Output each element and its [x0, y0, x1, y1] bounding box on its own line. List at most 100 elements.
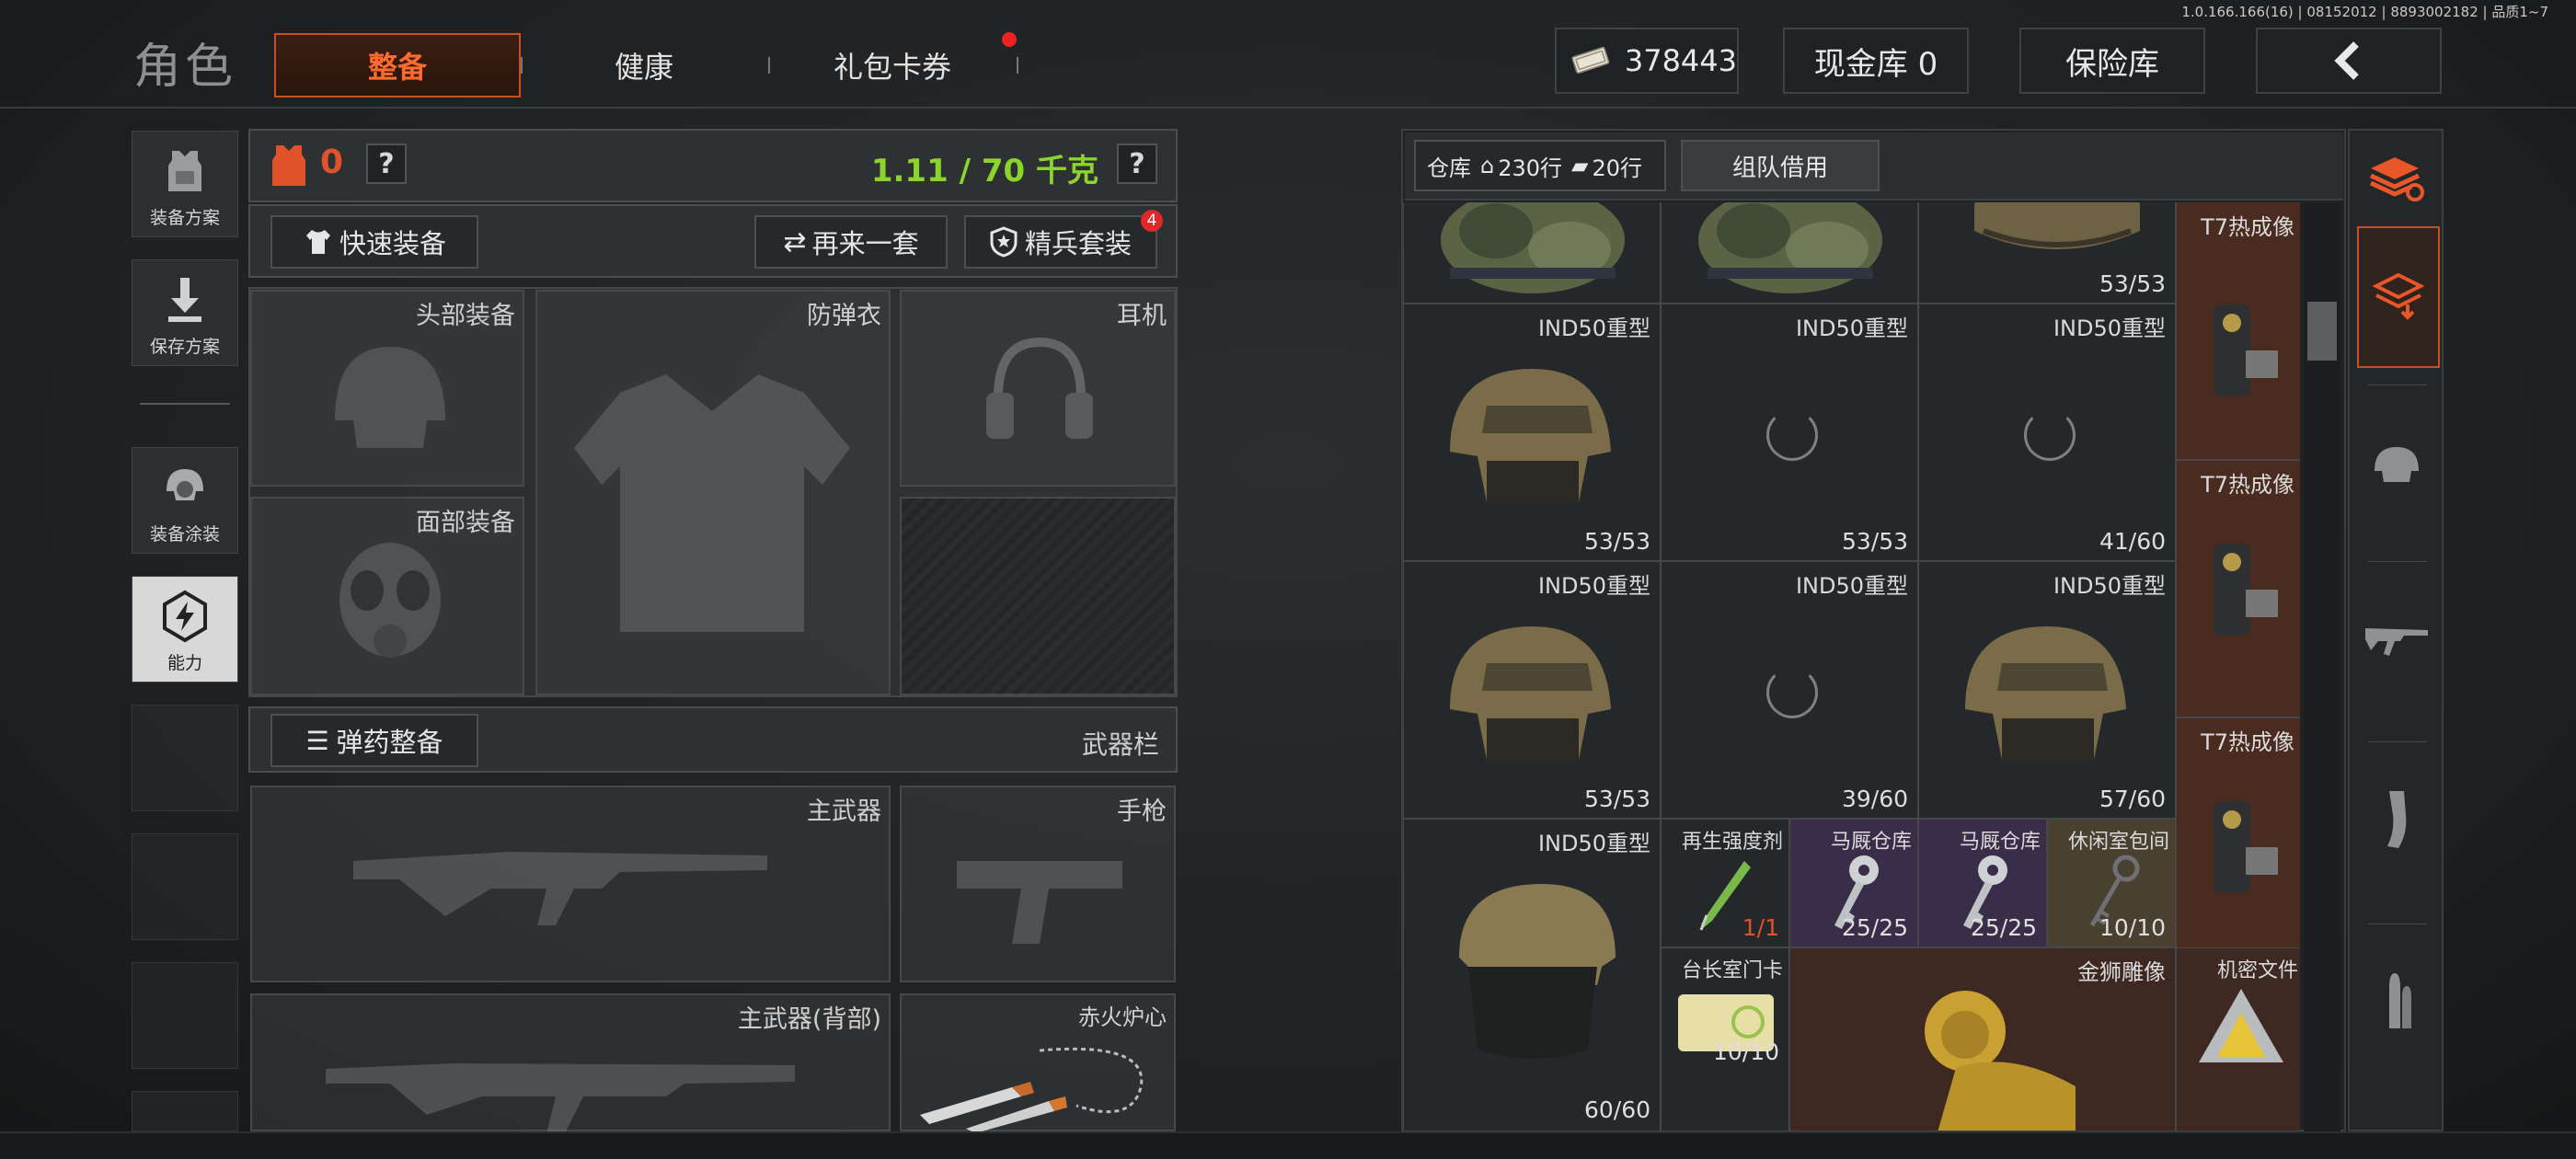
ammo-prep-button[interactable]: ☰ 弹药整备 [270, 714, 478, 767]
slot-label: 主武器(背部) [737, 1005, 881, 1034]
warehouse-item-thermal[interactable]: T7热成像 [2176, 202, 2300, 460]
help-button[interactable]: ? [366, 143, 407, 184]
warehouse-item-secret-file[interactable]: 机密文件 [2176, 947, 2300, 1131]
reroll-button[interactable]: ⇄ 再来一套 [754, 215, 948, 269]
warehouse-scrollbar[interactable] [2304, 202, 2340, 1131]
thermal-scope-icon [2214, 544, 2278, 636]
cash-icon [1571, 46, 1610, 75]
item-name: 休闲室包间 [2067, 831, 2169, 854]
item-durability: 41/60 [2099, 528, 2166, 555]
reroll-label: 再来一套 [811, 228, 919, 259]
warehouse-item-backpack[interactable] [1661, 202, 1918, 304]
helmet-icon [2375, 447, 2419, 482]
warehouse-item-helmet-visor[interactable]: IND50重型 60/60 [1403, 819, 1661, 1131]
lightning-hex-icon [163, 590, 207, 643]
shield-icon [990, 226, 1018, 258]
warehouse-item-key[interactable]: 马厩仓库 25/25 [1789, 819, 1918, 947]
warehouse-item-helmet[interactable]: IND50重型 53/53 [1403, 561, 1661, 819]
category-magazine[interactable] [2357, 780, 2436, 859]
back-button[interactable] [2256, 28, 2442, 94]
category-nav [2348, 129, 2444, 1131]
scrollbar-thumb[interactable] [2307, 302, 2337, 361]
back-arrow-icon [2334, 41, 2359, 80]
warehouse-item-helmet-loading[interactable]: IND50重型 41/60 [1918, 304, 2176, 561]
elite-set-badge: 4 [1141, 210, 1163, 232]
category-rifle[interactable] [2357, 600, 2436, 679]
helmet-silhouette-icon [335, 347, 445, 448]
loading-spinner-icon [2024, 409, 2076, 461]
pistol-slot[interactable]: 手枪 [900, 786, 1176, 982]
helmet-icon [1450, 369, 1611, 502]
cash-vault-button[interactable]: 现金库 0 [1783, 28, 1969, 94]
team-borrow-button[interactable]: 组队借用 [1681, 140, 1880, 191]
item-name: IND50重型 [1795, 573, 1908, 599]
vest-silhouette-icon [574, 374, 850, 632]
warehouse-item-thermal[interactable]: T7热成像 [2176, 717, 2300, 975]
quick-equip-button[interactable]: 快速装备 [270, 215, 478, 269]
nav-save-plan[interactable]: 保存方案 [132, 259, 238, 366]
nav-empty-slot [132, 1091, 238, 1131]
category-divider [2368, 741, 2427, 742]
warehouse-item-key[interactable]: 马厩仓库 25/25 [1918, 819, 2047, 947]
item-name: 马厩仓库 [1959, 831, 2041, 854]
warehouse-item-regen[interactable]: 再生强度剂 1/1 [1661, 819, 1789, 947]
warehouse-item-helmet[interactable]: IND50重型 57/60 [1918, 561, 2176, 819]
warehouse-item-helmet[interactable]: IND50重型 53/53 [1403, 304, 1661, 561]
primary-back-slot[interactable]: 主武器(背部) [250, 993, 891, 1133]
cash-small-icon: ▰ [1571, 153, 1589, 178]
item-durability: 53/53 [1841, 528, 1908, 555]
warehouse-item-helmet-loading[interactable]: IND50重型 39/60 [1661, 561, 1918, 819]
rifle-silhouette-icon [353, 852, 767, 925]
warehouse-item-lion-statue[interactable]: 金狮雕像 [1789, 947, 2176, 1131]
nav-ability[interactable]: 能力 [132, 576, 238, 683]
assault-rifle-silhouette-icon [326, 1063, 795, 1133]
item-name: T7热成像 [2201, 472, 2294, 498]
layers-download-icon [2373, 272, 2424, 320]
warehouse-selector[interactable]: 仓库 ⌂ 230行 ▰ 20行 [1414, 140, 1666, 191]
head-gear-slot[interactable]: 头部装备 [250, 290, 524, 487]
item-count: 10/10 [1712, 1039, 1779, 1065]
weight-value: 1.11 / 70 千克 [870, 153, 1098, 189]
weight-help-button[interactable]: ? [1117, 143, 1157, 184]
warehouse-item-keycard[interactable]: 台长室门卡 10/10 [1661, 947, 1789, 1131]
nav-label: 装备涂装 [149, 524, 220, 545]
item-name: 机密文件 [2216, 959, 2298, 982]
ammo-prep-label: 弹药整备 [336, 727, 443, 758]
nav-empty-slot [132, 833, 238, 940]
nav-equip-plan[interactable]: 装备方案 [132, 131, 238, 237]
item-count: 1/1 [1742, 914, 1779, 941]
safe-box-button[interactable]: 保险库 [2019, 28, 2205, 94]
refresh-icon: ⇄ [783, 225, 807, 258]
warehouse-item-helmet-loading[interactable]: IND50重型 53/53 [1661, 304, 1918, 561]
primary-weapon-slot[interactable]: 主武器 [250, 786, 891, 982]
warehouse-item-helmet[interactable]: 53/53 [1918, 202, 2176, 304]
warehouse-item-key[interactable]: 休闲室包间 10/10 [2047, 819, 2176, 947]
vest-slot[interactable]: 防弹衣 [535, 290, 891, 695]
slot-label: 面部装备 [416, 509, 515, 537]
category-ammo[interactable] [2357, 962, 2436, 1041]
warehouse-item-thermal[interactable]: T7热成像 [2176, 460, 2300, 717]
slot-label: 防弹衣 [807, 302, 881, 330]
nav-equip-paint[interactable]: 装备涂装 [132, 447, 238, 554]
warehouse-item-backpack[interactable] [1403, 202, 1661, 304]
lion-statue-icon [1925, 991, 2076, 1130]
category-sort[interactable] [2357, 226, 2440, 368]
headset-slot[interactable]: 耳机 [900, 290, 1176, 487]
melee-slot[interactable]: 赤火炉心 [900, 993, 1176, 1133]
face-gear-slot[interactable]: 面部装备 [250, 497, 524, 695]
elite-set-button[interactable]: 精兵套装 [964, 215, 1157, 269]
category-all[interactable] [2357, 138, 2436, 217]
category-helmet[interactable] [2357, 425, 2436, 504]
item-name: 台长室门卡 [1681, 959, 1783, 982]
tab-gift-cards[interactable]: 礼包卡券 [782, 33, 1003, 98]
tab-equip[interactable]: 整备 [274, 33, 521, 98]
visor-helmet-icon [1459, 884, 1616, 1059]
tab-health[interactable]: 健康 [534, 33, 754, 98]
rifle-icon [2365, 628, 2428, 656]
bullet-icon [2389, 973, 2411, 1028]
nav-label: 装备方案 [149, 208, 220, 228]
warehouse-grid: 53/53 IND50重型 53/53 IND50重型 53/53 IND50重… [1403, 202, 2300, 1131]
category-divider [2368, 561, 2427, 562]
locked-slot [900, 497, 1176, 695]
slot-label: 主武器 [807, 798, 881, 826]
